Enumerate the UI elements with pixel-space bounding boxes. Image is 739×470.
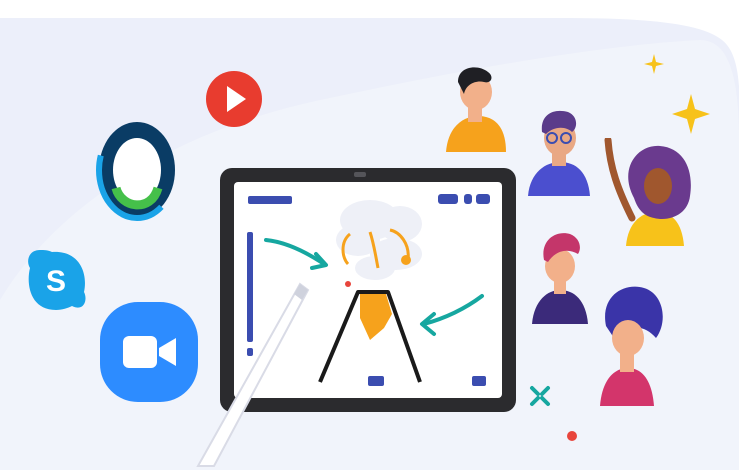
person-2	[528, 110, 590, 196]
skype-icon: S	[28, 250, 86, 310]
sparkle-small-icon	[644, 54, 664, 74]
sparkle-large-icon	[672, 94, 710, 134]
webex-icon	[96, 119, 178, 221]
person-3	[604, 138, 691, 246]
skype-letter: S	[46, 265, 66, 298]
screen-toolbar	[248, 196, 292, 204]
person-4	[532, 233, 588, 324]
person-1	[446, 67, 506, 152]
sparkle-teal-icon	[530, 386, 550, 406]
zoom-icon	[100, 302, 198, 402]
red-dot	[567, 431, 577, 441]
stylus-icon	[196, 282, 310, 467]
person-5	[600, 286, 663, 406]
youtube-icon	[206, 71, 262, 127]
illustration: S	[0, 0, 739, 470]
